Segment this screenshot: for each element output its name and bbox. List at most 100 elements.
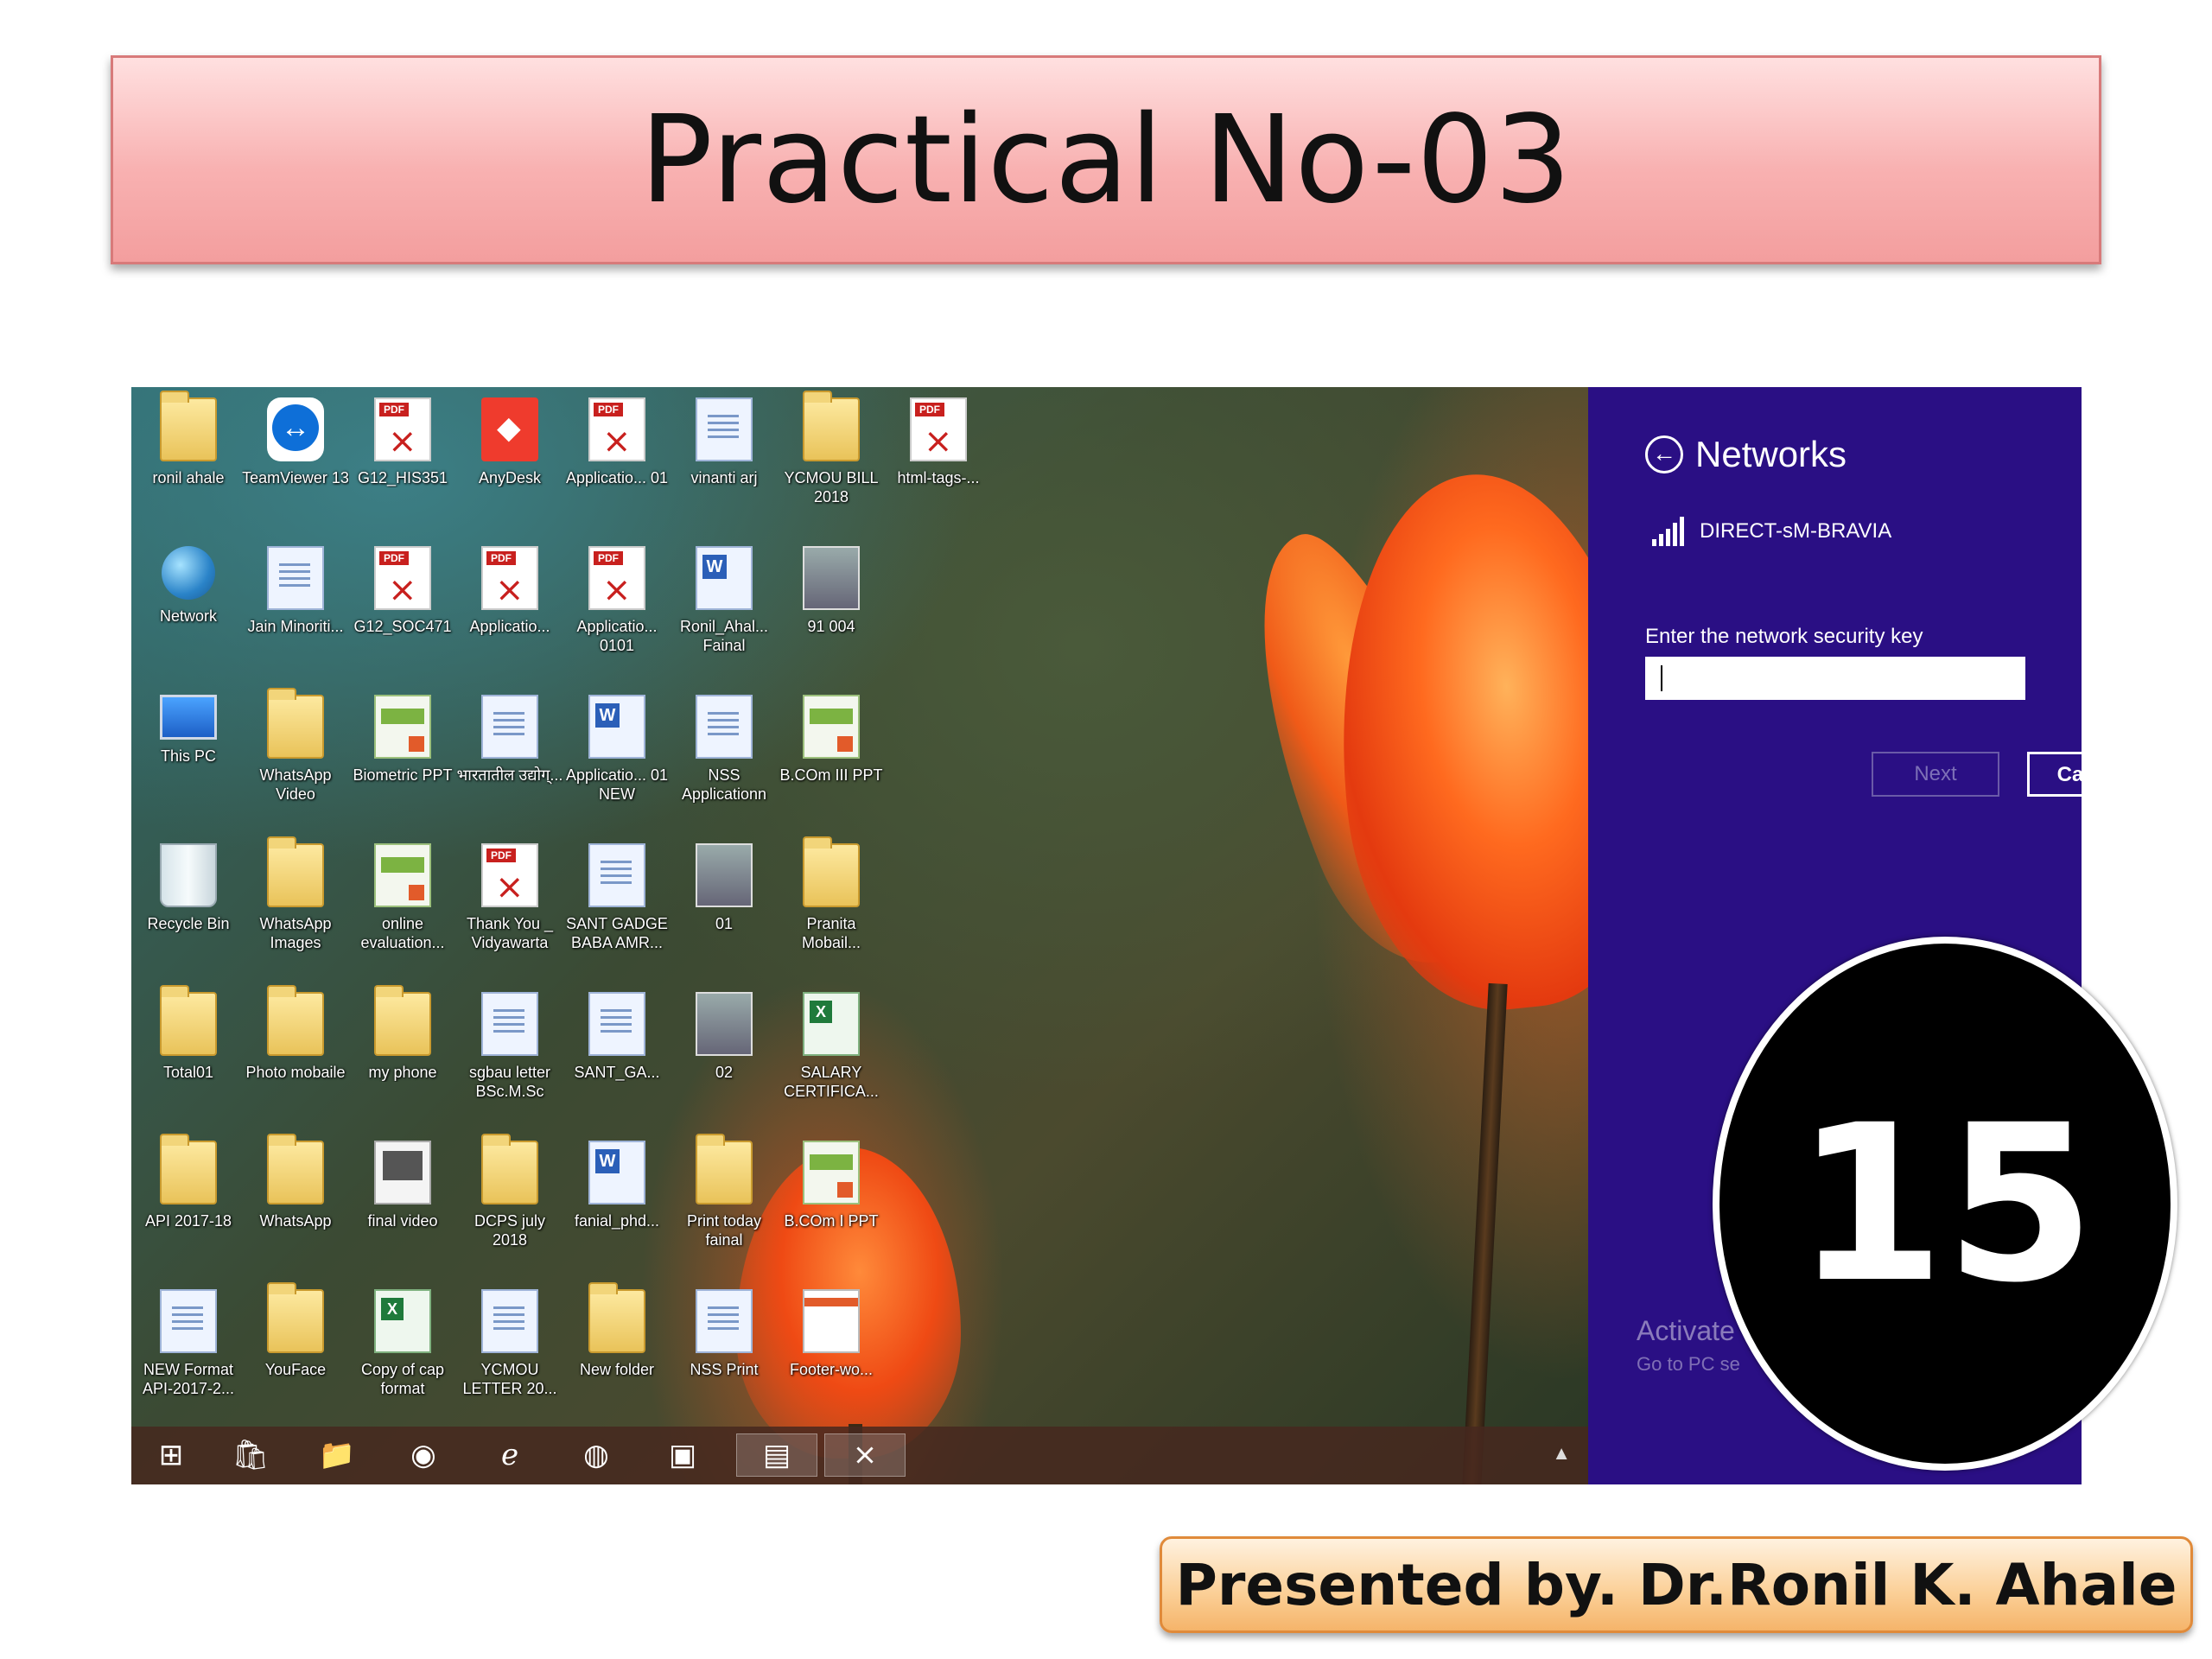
desktop-icon[interactable]: Footer-wo... — [778, 1279, 885, 1426]
desktop-icon[interactable]: 01 — [671, 833, 778, 980]
desktop-icon[interactable]: SANT GADGE BABA AMR... — [563, 833, 671, 980]
desktop-icon[interactable]: G12_SOC471 — [349, 536, 456, 683]
security-key-label: Enter the network security key — [1645, 625, 1923, 648]
firefox-icon[interactable]: ◍ — [572, 1433, 620, 1477]
desktop-icon-label: ronil ahale — [152, 469, 225, 486]
recycle-bin-icon — [160, 843, 217, 907]
windows-start-icon[interactable]: ⊞ — [147, 1433, 195, 1477]
desktop-icon-label: G12_SOC471 — [353, 618, 452, 635]
desktop-icon[interactable]: Applicatio... — [456, 536, 563, 683]
desktop-icon[interactable]: Jain Minoriti... — [242, 536, 349, 683]
desktop-icon[interactable]: online evaluation... — [349, 833, 456, 980]
desktop-icon[interactable]: SANT_GA... — [563, 982, 671, 1128]
network-item[interactable]: DIRECT-sM-BRAVIA — [1652, 517, 1891, 546]
desktop-icon-label: sgbau letter BSc.M.Sc — [468, 1064, 551, 1100]
desktop-icon[interactable]: Ronil_Ahal... Fainal — [671, 536, 778, 683]
desktop-icon[interactable]: Thank You _ Vidyawarta — [456, 833, 563, 980]
desktop-icon-label: fanial_phd... — [574, 1212, 660, 1230]
desktop-icon[interactable]: NSS Print — [671, 1279, 778, 1426]
computer-monitor-icon — [160, 695, 217, 740]
photos-icon[interactable]: ▣ — [658, 1433, 707, 1477]
desktop-icon[interactable]: Total01 — [135, 982, 242, 1128]
desktop-icon[interactable]: This PC — [135, 684, 242, 831]
desktop-icon[interactable]: New folder — [563, 1279, 671, 1426]
desktop-icon-label: SALARY CERTIFICA... — [784, 1064, 879, 1100]
cancel-button[interactable]: Cancel — [2027, 752, 2082, 797]
desktop-icon-label: Ronil_Ahal... Fainal — [679, 618, 769, 654]
desktop-icon[interactable]: YCMOU BILL 2018 — [778, 387, 885, 534]
next-button[interactable]: Next — [1872, 752, 1999, 797]
back-arrow-icon[interactable]: ← — [1645, 435, 1683, 474]
excel-icon — [803, 992, 860, 1056]
desktop-icon-label: B.COm I PPT — [784, 1212, 879, 1230]
desktop-icon-label: AnyDesk — [478, 469, 542, 486]
desktop-icon[interactable]: html-tags-... — [885, 387, 992, 534]
pdf-icon — [374, 546, 431, 610]
desktop-icon[interactable]: Photo mobaile — [242, 982, 349, 1128]
desktop-icon-label: Total01 — [162, 1064, 214, 1081]
file-explorer-icon[interactable]: 📁 — [313, 1433, 361, 1477]
pdf-icon — [910, 397, 967, 461]
pdf-icon — [481, 843, 538, 907]
desktop-icon[interactable]: Biometric PPT — [349, 684, 456, 831]
desktop-icon-label: Applicatio... 01 — [565, 469, 669, 486]
desktop-icon[interactable]: Copy of cap format — [349, 1279, 456, 1426]
desktop-icon-label: YCMOU LETTER 20... — [462, 1361, 557, 1397]
powerpoint-icon[interactable]: ▤ — [736, 1433, 817, 1477]
presenter-name: Presented by. Dr.Ronil K. Ahale — [1175, 1551, 2177, 1618]
desktop-icon[interactable]: G12_HIS351 — [349, 387, 456, 534]
desktop-icon[interactable]: भारतातील उद्योग्... — [456, 684, 563, 831]
desktop-icon[interactable]: NSS Applicationn — [671, 684, 778, 831]
desktop-icon-label: YouFace — [264, 1361, 327, 1378]
desktop-icon[interactable]: TeamViewer 13 — [242, 387, 349, 534]
document-icon — [481, 695, 538, 759]
desktop-icon[interactable]: Print today fainal — [671, 1130, 778, 1277]
desktop-icon[interactable]: fanial_phd... — [563, 1130, 671, 1277]
desktop-icon[interactable]: 91 004 — [778, 536, 885, 683]
security-key-input[interactable] — [1645, 657, 2025, 700]
document-icon — [481, 1289, 538, 1353]
desktop-icon[interactable]: Recycle Bin — [135, 833, 242, 980]
desktop-icon-label: NSS Applicationn — [681, 766, 767, 803]
desktop-icon[interactable]: Applicatio... 01 — [563, 387, 671, 534]
document-icon — [588, 843, 645, 907]
desktop-icon[interactable]: 02 — [671, 982, 778, 1128]
desktop-icon-label: YCMOU BILL 2018 — [784, 469, 879, 505]
desktop-icon[interactable]: YouFace — [242, 1279, 349, 1426]
desktop-icon-label: 91 004 — [807, 618, 855, 635]
desktop-icon[interactable]: WhatsApp — [242, 1130, 349, 1277]
desktop-icon[interactable]: Pranita Mobail... — [778, 833, 885, 980]
desktop-icon-label: NSS Print — [690, 1361, 759, 1378]
desktop-icon[interactable]: AnyDesk — [456, 387, 563, 534]
pdf-icon — [588, 397, 645, 461]
activate-windows-watermark: Activate — [1637, 1315, 1735, 1346]
system-tray-icon[interactable]: ▲ — [1552, 1442, 1571, 1465]
desktop-icon[interactable]: ronil ahale — [135, 387, 242, 534]
desktop-icon-label: Applicatio... — [469, 618, 550, 635]
desktop-icon[interactable]: Network — [135, 536, 242, 683]
desktop-icon[interactable]: Applicatio... 0101 — [563, 536, 671, 683]
desktop-icon[interactable]: WhatsApp Images — [242, 833, 349, 980]
acrobat-icon[interactable]: ⨯ — [824, 1433, 906, 1477]
store-icon[interactable]: 🛍 — [226, 1433, 275, 1477]
desktop-icon[interactable]: DCPS july 2018 — [456, 1130, 563, 1277]
networks-header: ← Networks — [1645, 434, 1847, 475]
desktop-icon[interactable]: Applicatio... 01 NEW — [563, 684, 671, 831]
desktop-icon[interactable]: SALARY CERTIFICA... — [778, 982, 885, 1128]
desktop-icon[interactable]: WhatsApp Video — [242, 684, 349, 831]
desktop-icon[interactable]: my phone — [349, 982, 456, 1128]
desktop-icon[interactable]: vinanti arj — [671, 387, 778, 534]
desktop-icon[interactable]: NEW Format API-2017-2... — [135, 1279, 242, 1426]
desktop-icon-label: B.COm III PPT — [779, 766, 883, 784]
desktop-icon[interactable]: YCMOU LETTER 20... — [456, 1279, 563, 1426]
desktop-icon[interactable]: B.COm I PPT — [778, 1130, 885, 1277]
desktop-icon[interactable]: sgbau letter BSc.M.Sc — [456, 982, 563, 1128]
desktop-icon[interactable]: final video — [349, 1130, 456, 1277]
internet-explorer-icon[interactable]: ℯ — [486, 1433, 534, 1477]
folder-icon — [160, 1134, 217, 1205]
desktop-icon[interactable]: API 2017-18 — [135, 1130, 242, 1277]
desktop-icon[interactable]: B.COm III PPT — [778, 684, 885, 831]
desktop-icon-label: final video — [367, 1212, 438, 1230]
chrome-icon[interactable]: ◉ — [399, 1433, 448, 1477]
folder-icon — [267, 1134, 324, 1205]
